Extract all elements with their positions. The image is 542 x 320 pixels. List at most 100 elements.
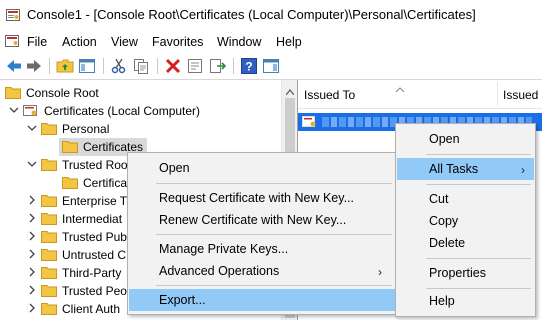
chevron-right-icon[interactable] — [27, 195, 37, 205]
scroll-up-icon[interactable] — [285, 84, 295, 96]
menu-item-renew-certificate[interactable]: Renew Certificate with New Key... — [128, 209, 396, 231]
chevron-right-icon[interactable] — [27, 213, 37, 223]
back-arrow-icon[interactable] — [5, 57, 23, 75]
menu-item-label: Copy — [429, 214, 459, 228]
chevron-right-icon[interactable] — [27, 267, 37, 277]
window-title: Console1 - [Console Root\Certificates (L… — [27, 7, 476, 22]
menu-item-label: Open — [429, 132, 460, 146]
show-hide-tree-icon[interactable] — [78, 57, 96, 75]
menu-item-cut[interactable]: Cut — [396, 188, 535, 210]
copy-icon[interactable] — [132, 57, 150, 75]
export-list-icon[interactable] — [208, 57, 226, 75]
chevron-down-icon[interactable] — [9, 105, 19, 115]
toolbar-separator — [233, 58, 234, 74]
menu-item-label: Cut — [429, 192, 449, 206]
tree-node-console-root[interactable]: Console Root — [0, 84, 281, 102]
mmc-system-menu-icon[interactable] — [5, 34, 19, 48]
certificate-icon — [302, 115, 318, 129]
column-header-issued-by[interactable]: Issued B — [503, 88, 542, 102]
menu-separator — [156, 285, 392, 286]
svg-text:?: ? — [245, 60, 252, 74]
tree-node-label: Trusted Pub — [62, 230, 127, 244]
submenu-arrow-icon: › — [521, 163, 525, 177]
menu-item-label: Help — [429, 294, 455, 308]
menu-item-all-tasks[interactable]: All Tasks › — [397, 158, 534, 180]
tree-node-certificates-local-computer[interactable]: Certificates (Local Computer) — [0, 102, 281, 120]
tree-node-label: Personal — [62, 122, 110, 136]
chevron-down-icon[interactable] — [27, 159, 37, 169]
menu-item-manage-private-keys[interactable]: Manage Private Keys... — [128, 238, 396, 260]
list-header: Issued To Issued B — [298, 80, 542, 109]
folder-icon — [62, 140, 78, 153]
menu-item-open[interactable]: Open — [128, 157, 396, 179]
chevron-right-icon[interactable] — [27, 285, 37, 295]
certificate-store-icon — [23, 104, 39, 117]
toolbar-separator — [49, 58, 50, 74]
menu-item-label: Advanced Operations — [159, 264, 280, 278]
menu-help[interactable]: Help — [276, 35, 302, 49]
certificate-console-icon — [6, 8, 20, 22]
folder-icon — [41, 230, 57, 243]
menu-item-label: Properties — [429, 266, 486, 280]
help-icon[interactable]: ? — [240, 57, 258, 75]
menu-item-advanced-operations[interactable]: Advanced Operations › — [128, 260, 396, 282]
up-folder-icon[interactable] — [56, 57, 74, 75]
folder-icon — [41, 194, 57, 207]
tree-node-label: Enterprise T — [62, 194, 128, 208]
chevron-down-icon[interactable] — [27, 123, 37, 133]
delete-icon[interactable] — [164, 57, 182, 75]
chevron-right-icon[interactable] — [27, 231, 37, 241]
menu-item-help[interactable]: Help — [396, 290, 535, 312]
menu-window[interactable]: Window — [217, 35, 261, 49]
toolbar-separator — [103, 58, 104, 74]
cut-icon[interactable] — [110, 57, 128, 75]
title-bar: Console1 - [Console Root\Certificates (L… — [0, 0, 542, 30]
menu-separator — [426, 154, 531, 155]
menu-view[interactable]: View — [111, 35, 138, 49]
tree-node-personal[interactable]: Personal — [0, 120, 281, 138]
menu-separator — [156, 183, 392, 184]
folder-icon — [41, 212, 57, 225]
tree-node-label: Third-Party — [62, 266, 122, 280]
menu-item-request-certificate[interactable]: Request Certificate with New Key... — [128, 187, 396, 209]
column-header-issued-to[interactable]: Issued To — [304, 88, 355, 102]
menu-bar: File Action View Favorites Window Help — [0, 30, 542, 54]
tree-node-label: Console Root — [26, 86, 99, 100]
menu-separator — [426, 288, 531, 289]
tree-node-label: Certificates (Local Computer) — [44, 104, 201, 118]
menu-item-label: All Tasks — [429, 162, 479, 176]
folder-icon — [62, 176, 78, 189]
menu-item-label: Export... — [159, 293, 206, 307]
menu-file[interactable]: File — [27, 35, 47, 49]
menu-favorites[interactable]: Favorites — [152, 35, 203, 49]
menu-item-export[interactable]: Export... — [129, 289, 395, 311]
column-separator[interactable] — [497, 82, 498, 106]
submenu-arrow-icon: › — [378, 265, 382, 279]
folder-icon — [41, 158, 57, 171]
menu-separator — [426, 258, 531, 259]
action-pane-icon[interactable] — [262, 57, 280, 75]
tree-node-label: Trusted Peo — [62, 284, 127, 298]
folder-icon — [41, 248, 57, 261]
menu-item-properties[interactable]: Properties — [396, 262, 535, 284]
menu-item-open[interactable]: Open — [396, 128, 535, 150]
menu-item-delete[interactable]: Delete — [396, 232, 535, 254]
tree-node-label: Certifica — [83, 176, 128, 190]
menu-action[interactable]: Action — [62, 35, 97, 49]
tree-node-label: Trusted Roo — [62, 158, 128, 172]
chevron-right-icon[interactable] — [27, 249, 37, 259]
forward-arrow-icon[interactable] — [25, 57, 43, 75]
menu-item-label: Renew Certificate with New Key... — [159, 213, 347, 227]
row-context-menu: Open All Tasks › Cut Copy Delete Propert… — [395, 123, 536, 317]
menu-item-copy[interactable]: Copy — [396, 210, 535, 232]
chevron-right-icon[interactable] — [27, 303, 37, 313]
folder-icon — [41, 266, 57, 279]
tree-node-label: Client Auth — [62, 302, 121, 316]
menu-item-label: Request Certificate with New Key... — [159, 191, 354, 205]
folder-icon — [41, 284, 57, 297]
properties-icon[interactable] — [186, 57, 204, 75]
folder-icon — [41, 302, 57, 315]
menu-separator — [156, 234, 392, 235]
folder-icon — [41, 122, 57, 135]
menu-item-label: Delete — [429, 236, 466, 250]
